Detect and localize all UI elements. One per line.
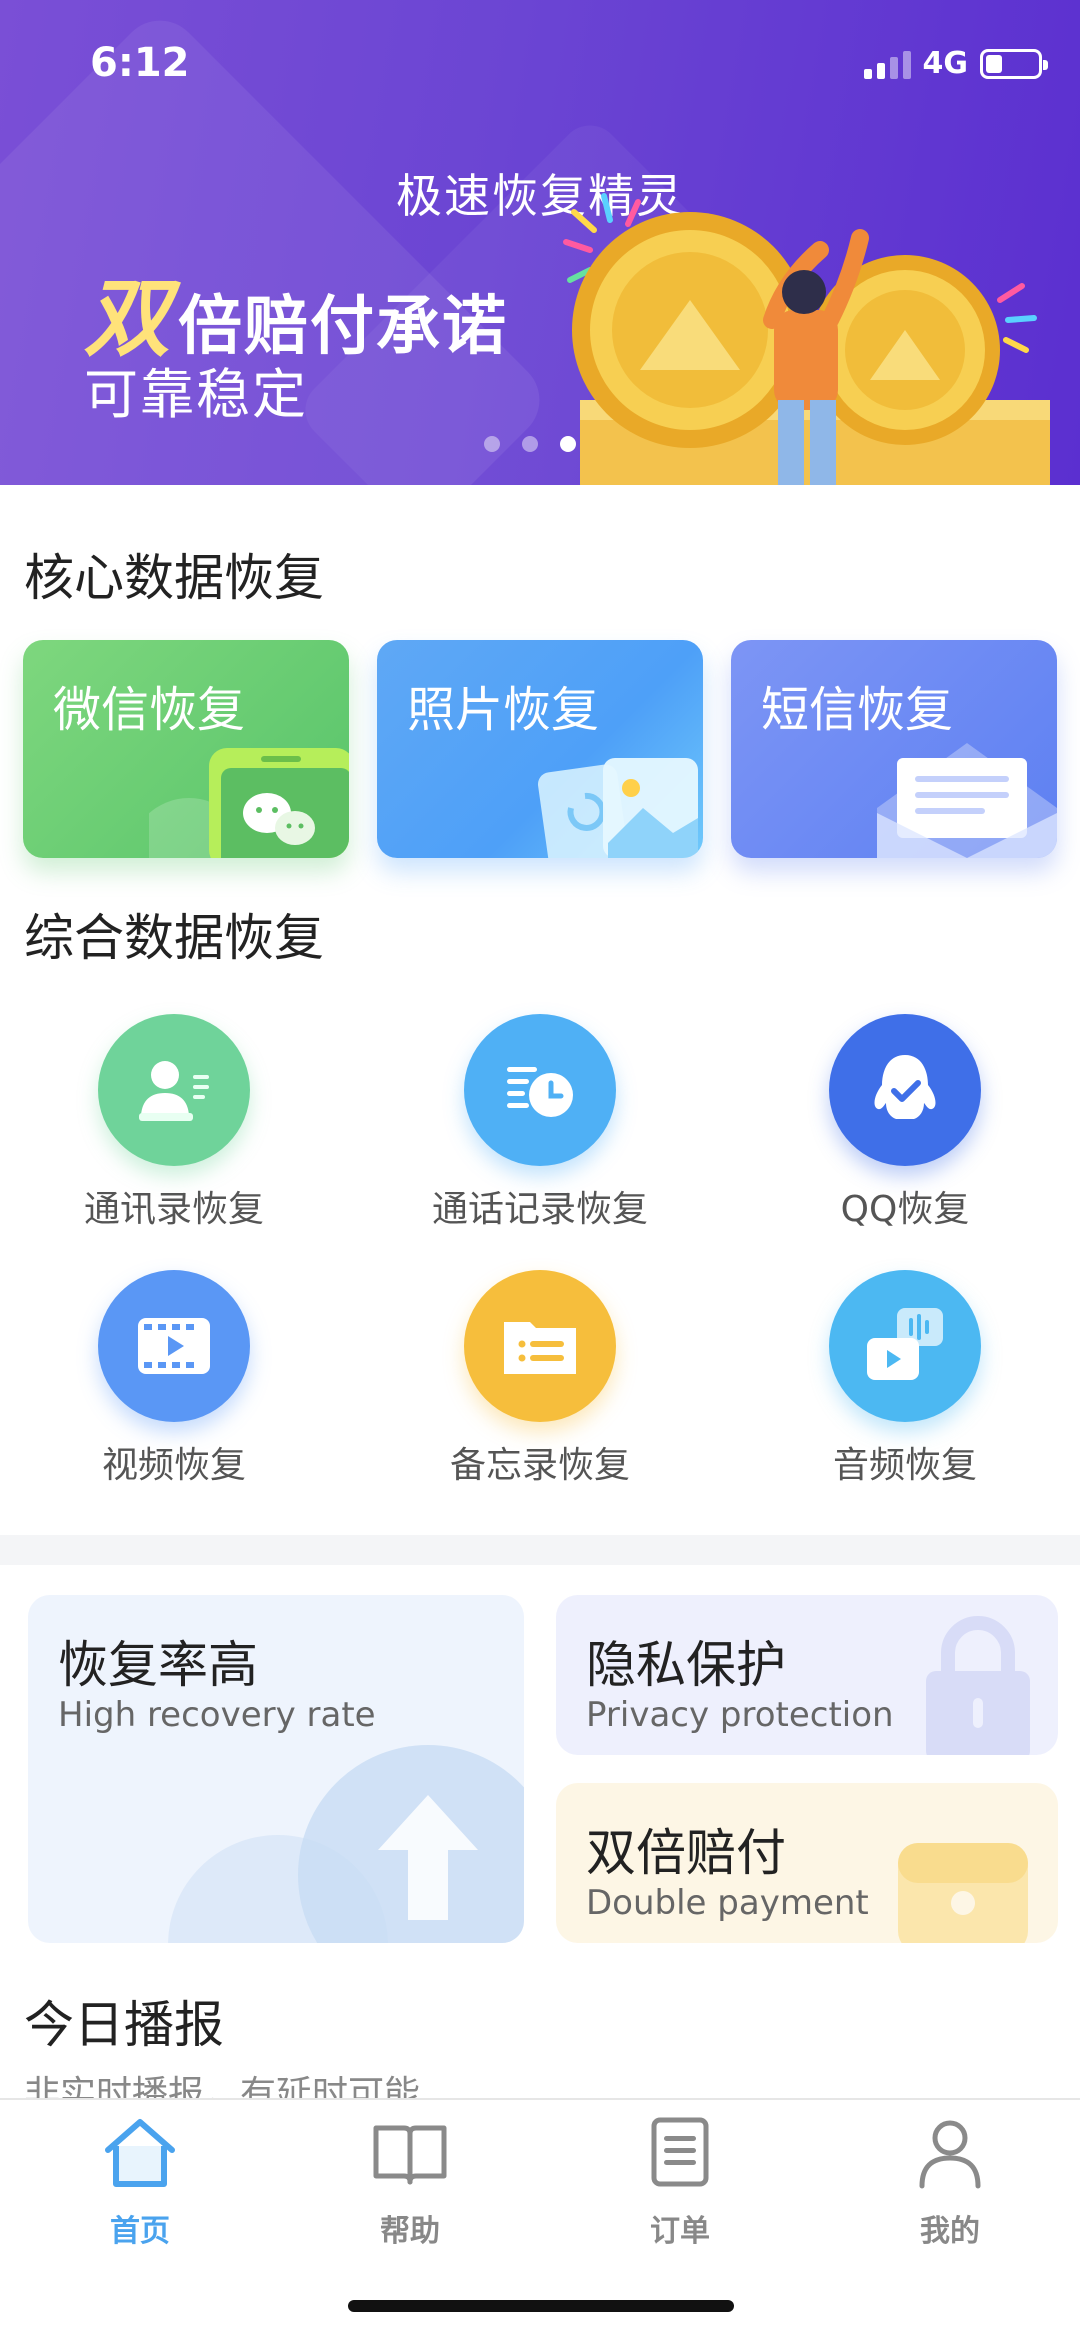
wallet-icon — [898, 1843, 1028, 1943]
battery-icon — [980, 48, 1048, 79]
carousel-dot[interactable] — [484, 436, 500, 452]
today-broadcast-subtitle: 非实时播报，有延时可能 — [24, 2074, 421, 2099]
tab-label: 订单 — [650, 2214, 710, 2249]
tab-help[interactable]: 帮助 — [310, 2112, 510, 2250]
section-divider — [0, 1535, 1080, 1565]
carousel-dot-active[interactable] — [560, 436, 576, 452]
wechat-phone-icon — [149, 748, 349, 858]
feature-subtitle: Double payment — [586, 1883, 869, 1923]
card-label: 短信恢复 — [761, 682, 954, 738]
home-indicator[interactable] — [348, 2300, 734, 2312]
contact-card-icon — [98, 1014, 250, 1166]
memo-recovery-item[interactable]: 备忘录恢复 — [390, 1270, 690, 1488]
today-broadcast-title: 今日播报 — [24, 1996, 224, 2054]
call-log-clock-icon — [464, 1014, 616, 1166]
call-log-recovery-item[interactable]: 通话记录恢复 — [390, 1014, 690, 1232]
envelope-icon — [877, 743, 1057, 858]
status-indicators: 4G — [863, 46, 1048, 81]
book-icon — [373, 2125, 447, 2185]
folder-list-icon — [464, 1270, 616, 1422]
gold-coins-illustration — [563, 193, 1050, 485]
photo-restore-icon — [537, 758, 698, 858]
video-film-icon — [98, 1270, 250, 1422]
tab-orders[interactable]: 订单 — [580, 2112, 780, 2250]
tab-mine[interactable]: 我的 — [850, 2112, 1050, 2250]
section-title-general: 综合数据恢复 — [24, 909, 324, 967]
qq-penguin-icon — [829, 1014, 981, 1166]
audio-wave-icon — [829, 1270, 981, 1422]
lock-icon — [926, 1616, 1030, 1755]
network-label: 4G — [922, 46, 969, 81]
feature-title: 恢复率高 — [58, 1636, 258, 1694]
photo-recovery-card[interactable]: 照片恢复 — [377, 640, 703, 858]
audio-recovery-item[interactable]: 音频恢复 — [755, 1270, 1055, 1488]
upload-arrow-icon — [168, 1745, 524, 1943]
banner-subline: 可靠稳定 — [84, 363, 308, 426]
wechat-recovery-card[interactable]: 微信恢复 — [23, 640, 349, 858]
tab-label: 我的 — [920, 2214, 980, 2249]
signal-icon — [863, 49, 911, 79]
carousel-dot[interactable] — [522, 436, 538, 452]
user-icon — [919, 2120, 981, 2189]
card-label: 微信恢复 — [53, 682, 246, 738]
feature-subtitle: Privacy protection — [586, 1695, 894, 1735]
item-label: 通话记录恢复 — [431, 1189, 648, 1230]
tab-label: 帮助 — [380, 2214, 440, 2249]
item-label: 通讯录恢复 — [83, 1189, 264, 1230]
item-label: 音频恢复 — [832, 1445, 977, 1486]
status-time: 6:12 — [90, 40, 190, 86]
tab-label: 首页 — [110, 2214, 170, 2249]
feature-title: 双倍赔付 — [586, 1824, 786, 1882]
video-recovery-item[interactable]: 视频恢复 — [24, 1270, 324, 1488]
card-label: 照片恢复 — [407, 682, 600, 738]
item-label: 视频恢复 — [101, 1445, 246, 1486]
contacts-recovery-item[interactable]: 通讯录恢复 — [24, 1014, 324, 1232]
high-recovery-rate-card[interactable]: 恢复率高 High recovery rate — [28, 1595, 524, 1943]
double-payment-card[interactable]: 双倍赔付 Double payment — [556, 1783, 1058, 1943]
promo-banner[interactable]: 6:12 4G 极速恢复精灵 双倍赔付承诺 可靠稳定 — [0, 0, 1080, 485]
feature-title: 隐私保护 — [586, 1636, 786, 1694]
qq-recovery-item[interactable]: QQ恢复 — [755, 1014, 1055, 1232]
item-label: 备忘录恢复 — [449, 1445, 630, 1486]
carousel-dots[interactable] — [484, 436, 576, 452]
section-title-core: 核心数据恢复 — [24, 549, 324, 607]
sms-recovery-card[interactable]: 短信恢复 — [731, 640, 1057, 858]
home-icon — [105, 2119, 175, 2187]
list-doc-icon — [651, 2117, 709, 2187]
item-label: QQ恢复 — [840, 1189, 970, 1230]
privacy-protection-card[interactable]: 隐私保护 Privacy protection — [556, 1595, 1058, 1755]
tab-home[interactable]: 首页 — [40, 2112, 240, 2250]
